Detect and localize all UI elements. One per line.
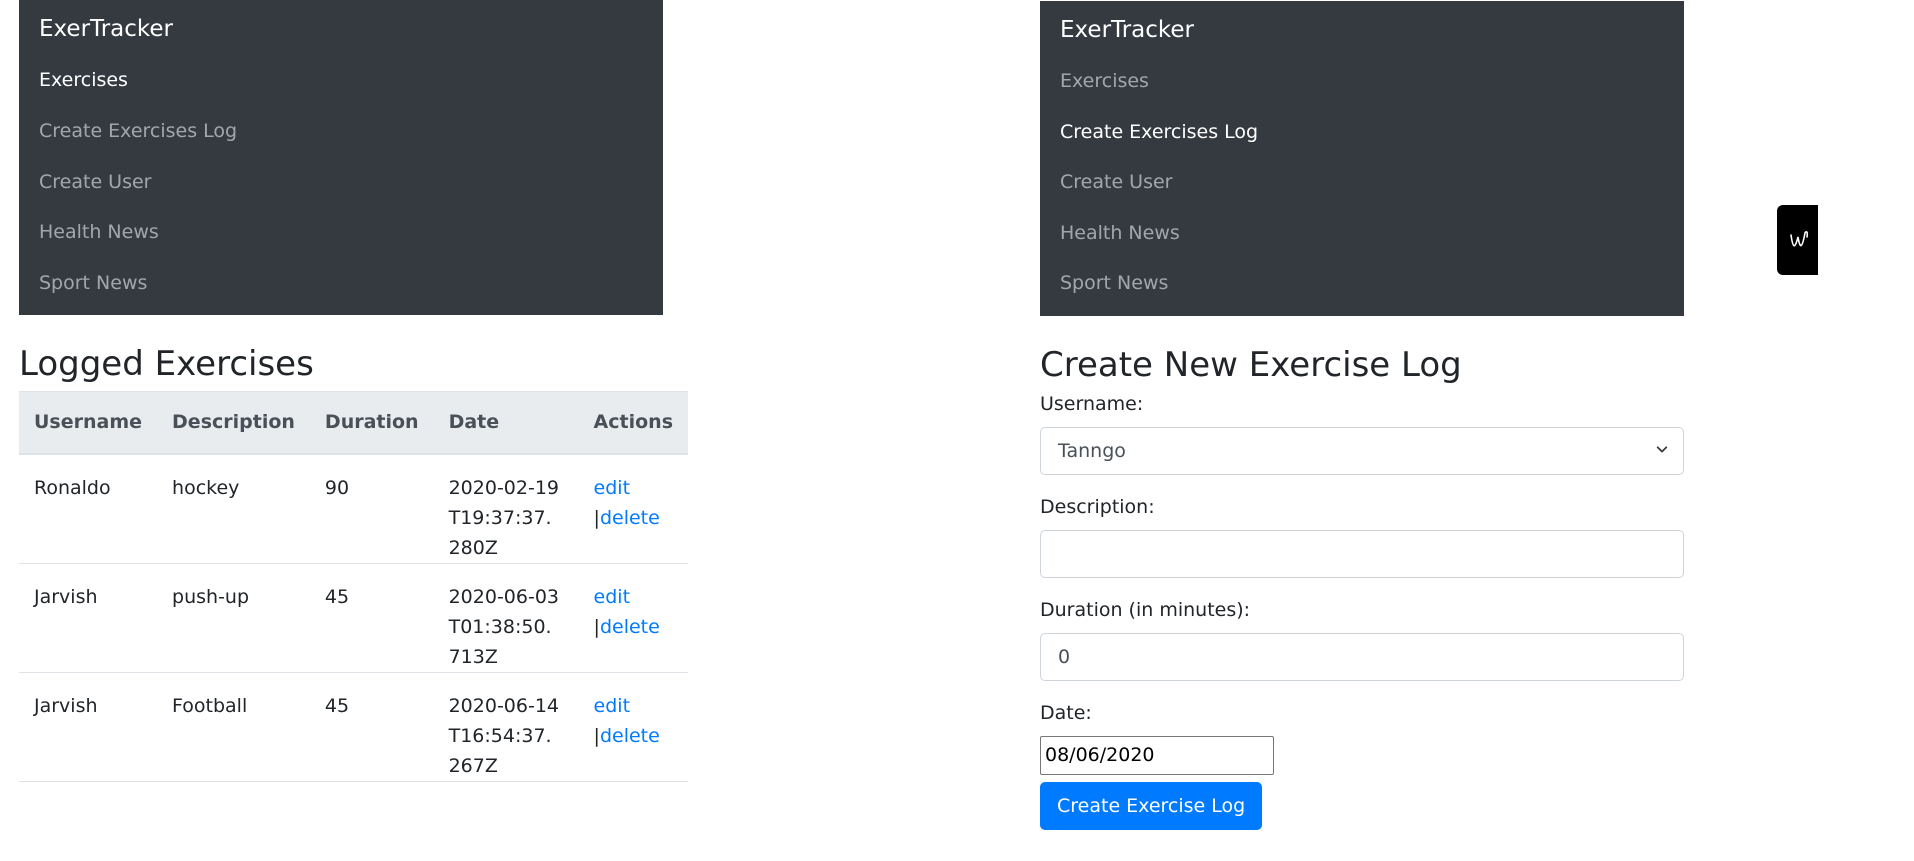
table-row: Ronaldo hockey 90 2020-02-19T19:37:37.28… bbox=[19, 453, 688, 564]
edit-link[interactable]: edit bbox=[594, 695, 630, 717]
create-exercise-log-button[interactable]: Create Exercise Log bbox=[1040, 781, 1263, 830]
nav-link-health-news[interactable]: Health News bbox=[39, 207, 643, 258]
nav-menu: Exercises Create Exercises Log Create Us… bbox=[1060, 56, 1664, 309]
table-header: Username Description Duration Date Actio… bbox=[19, 391, 688, 455]
column-header-username: Username bbox=[19, 391, 158, 455]
date-group: Date: 08/06/2020 bbox=[1040, 701, 1690, 775]
exercises-table: Username Description Duration Date Actio… bbox=[19, 391, 688, 782]
navbar: ExerTracker Exercises Create Exercises L… bbox=[1040, 1, 1684, 316]
table-header-row: Username Description Duration Date Actio… bbox=[19, 391, 688, 455]
cell-description: hockey bbox=[157, 453, 310, 564]
nav-item-exercises: Exercises bbox=[1060, 56, 1664, 107]
nav-item-create-user: Create User bbox=[1060, 157, 1664, 208]
nav-link-health-news[interactable]: Health News bbox=[1060, 208, 1664, 259]
table-row: Jarvish push-up 45 2020-06-03T01:38:50.7… bbox=[19, 563, 688, 673]
nav-link-create-exercises-log[interactable]: Create Exercises Log bbox=[1060, 107, 1664, 158]
duration-group: Duration (in minutes): bbox=[1040, 598, 1690, 681]
nav-link-sport-news[interactable]: Sport News bbox=[39, 258, 643, 309]
column-header-description: Description bbox=[157, 391, 310, 455]
page-title: Create New Exercise Log bbox=[1040, 344, 1462, 385]
duration-input[interactable] bbox=[1040, 632, 1684, 681]
cell-actions: edit |delete bbox=[578, 672, 688, 782]
nav-item-sport-news: Sport News bbox=[1060, 258, 1664, 309]
cell-username: Jarvish bbox=[19, 672, 158, 782]
delete-link[interactable]: delete bbox=[600, 616, 660, 638]
floating-widget[interactable] bbox=[1777, 205, 1818, 275]
navbar-brand[interactable]: ExerTracker bbox=[39, 8, 643, 55]
description-input[interactable] bbox=[1040, 529, 1684, 578]
cell-actions: edit |delete bbox=[578, 563, 688, 673]
nav-link-exercises[interactable]: Exercises bbox=[39, 55, 643, 106]
cell-date: 2020-02-19T19:37:37.280Z bbox=[433, 453, 579, 564]
cell-duration: 45 bbox=[309, 563, 434, 673]
cell-description: Football bbox=[157, 672, 310, 782]
cell-date: 2020-06-14T16:54:37.267Z bbox=[433, 672, 579, 782]
nav-menu: Exercises Create Exercises Log Create Us… bbox=[39, 55, 643, 308]
column-header-date: Date bbox=[433, 391, 579, 455]
username-selected-value: Tanngo bbox=[1058, 439, 1126, 462]
nav-item-create-exercises-log: Create Exercises Log bbox=[39, 106, 643, 157]
delete-link[interactable]: delete bbox=[600, 725, 660, 747]
exercises-list-pane: ExerTracker Exercises Create Exercises L… bbox=[19, 0, 692, 782]
nav-link-sport-news[interactable]: Sport News bbox=[1060, 258, 1664, 309]
nav-item-sport-news: Sport News bbox=[39, 258, 643, 309]
nav-item-health-news: Health News bbox=[1060, 208, 1664, 259]
nav-link-exercises[interactable]: Exercises bbox=[1060, 56, 1664, 107]
nav-item-health-news: Health News bbox=[39, 207, 643, 258]
edit-link[interactable]: edit bbox=[594, 586, 630, 608]
cell-duration: 90 bbox=[309, 453, 434, 564]
nav-item-create-user: Create User bbox=[39, 157, 643, 208]
chevron-down-icon bbox=[1656, 445, 1668, 452]
column-header-actions: Actions bbox=[578, 391, 688, 455]
description-label: Description: bbox=[1040, 495, 1155, 518]
date-picker-input[interactable]: 08/06/2020 bbox=[1040, 735, 1274, 775]
date-label: Date: bbox=[1040, 701, 1092, 724]
cell-actions: edit |delete bbox=[578, 453, 688, 564]
nav-link-create-user[interactable]: Create User bbox=[1060, 157, 1664, 208]
username-label: Username: bbox=[1040, 392, 1144, 415]
table-row: Jarvish Football 45 2020-06-14T16:54:37.… bbox=[19, 672, 688, 782]
cell-duration: 45 bbox=[309, 672, 434, 782]
nav-link-create-user[interactable]: Create User bbox=[39, 157, 643, 208]
column-header-duration: Duration bbox=[309, 391, 434, 455]
nav-link-create-exercises-log[interactable]: Create Exercises Log bbox=[39, 106, 643, 157]
page-title: Logged Exercises bbox=[19, 344, 314, 384]
create-exercise-pane: ExerTracker Exercises Create Exercises L… bbox=[1040, 0, 1690, 830]
exercise-log-form: Username: Tanngo Description: Duration (… bbox=[1040, 392, 1690, 830]
edit-link[interactable]: edit bbox=[594, 477, 630, 499]
username-select[interactable]: Tanngo bbox=[1040, 426, 1684, 475]
navbar: ExerTracker Exercises Create Exercises L… bbox=[19, 0, 663, 315]
date-value: 08/06/2020 bbox=[1045, 744, 1155, 766]
description-group: Description: bbox=[1040, 495, 1690, 578]
duration-label: Duration (in minutes): bbox=[1040, 598, 1251, 621]
cell-date: 2020-06-03T01:38:50.713Z bbox=[433, 563, 579, 673]
username-group: Username: Tanngo bbox=[1040, 392, 1690, 475]
nav-item-exercises: Exercises bbox=[39, 55, 643, 106]
nav-item-create-exercises-log: Create Exercises Log bbox=[1060, 107, 1664, 158]
cell-description: push-up bbox=[157, 563, 310, 673]
navbar-brand[interactable]: ExerTracker bbox=[1060, 9, 1664, 56]
table-body: Ronaldo hockey 90 2020-02-19T19:37:37.28… bbox=[19, 453, 688, 782]
signature-icon bbox=[1790, 231, 1809, 247]
cell-username: Ronaldo bbox=[19, 453, 158, 564]
cell-username: Jarvish bbox=[19, 563, 158, 673]
delete-link[interactable]: delete bbox=[600, 507, 660, 529]
